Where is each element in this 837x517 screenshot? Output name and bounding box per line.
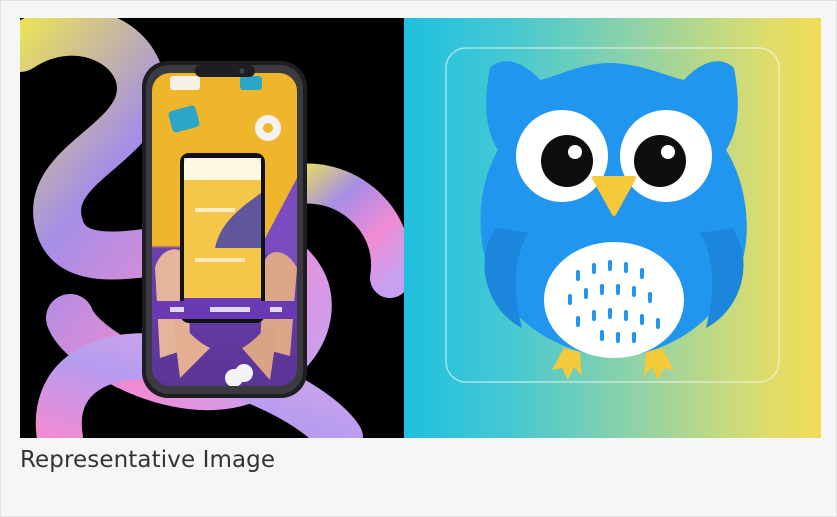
phone-mockup-image [20, 18, 404, 438]
image-card: Representative Image [0, 0, 837, 517]
owl-icon [445, 47, 780, 383]
owl-illustration-image [404, 18, 821, 438]
representative-image [20, 18, 821, 438]
image-caption: Representative Image [20, 447, 276, 473]
phone-mockup-graphic [20, 18, 404, 438]
